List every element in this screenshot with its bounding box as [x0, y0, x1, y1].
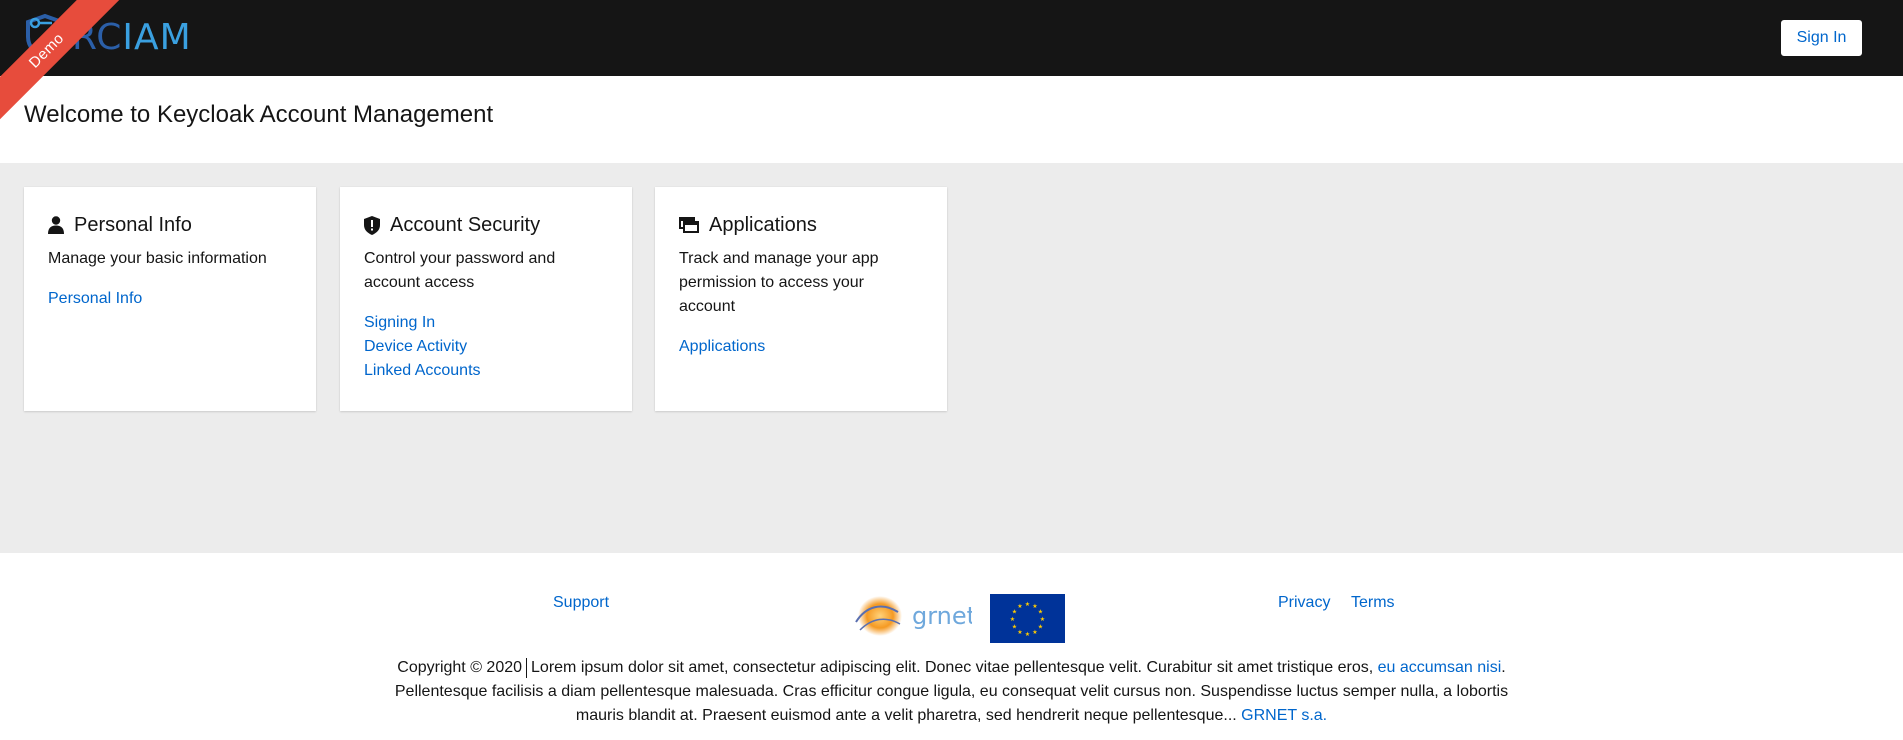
logo-rc: RC [72, 16, 123, 58]
svg-text:★: ★ [1025, 601, 1030, 608]
separator [526, 657, 528, 678]
terms-link[interactable]: Terms [1351, 594, 1395, 612]
linked-accounts-link[interactable]: Linked Accounts [364, 359, 608, 383]
card-account-security: Account Security Control your password a… [340, 187, 632, 411]
applications-icon [679, 217, 699, 233]
sign-in-button[interactable]: Sign In [1781, 20, 1862, 56]
logo-text: RCIAM [72, 17, 192, 58]
svg-text:★: ★ [1017, 629, 1022, 636]
grnet-logo: grnet [855, 596, 972, 636]
applications-link[interactable]: Applications [679, 335, 923, 359]
card-title: Personal Info [48, 211, 292, 239]
privacy-link[interactable]: Privacy [1278, 594, 1330, 612]
user-icon [48, 216, 64, 234]
card-title-text: Account Security [390, 213, 541, 236]
svg-text:★: ★ [1025, 631, 1030, 638]
card-title: Account Security [364, 211, 608, 239]
signing-in-link[interactable]: Signing In [364, 311, 608, 335]
svg-text:★: ★ [1038, 609, 1043, 616]
copyright-text: Copyright © 2020 Lorem ipsum dolor sit am… [390, 656, 1513, 728]
eu-flag-icon: ★ ★ ★ ★ ★ ★ ★ ★ ★ ★ ★ ★ [990, 594, 1065, 643]
card-description: Track and manage your app permission to … [679, 250, 879, 315]
svg-text:★: ★ [1040, 616, 1045, 623]
support-link[interactable]: Support [553, 594, 609, 612]
masthead: RCIAM Sign In [0, 0, 1903, 76]
card-title-text: Personal Info [74, 213, 192, 236]
card-title: Applications [679, 211, 923, 239]
svg-text:★: ★ [1010, 616, 1015, 623]
grnet-link[interactable]: GRNET s.a. [1241, 707, 1327, 724]
svg-text:★: ★ [1038, 624, 1043, 631]
shield-icon [364, 215, 380, 235]
card-personal-info: Personal Info Manage your basic informat… [24, 187, 316, 411]
card-description: Manage your basic information [48, 250, 267, 267]
personal-info-link[interactable]: Personal Info [48, 287, 292, 311]
accumsan-link[interactable]: eu accumsan nisi [1378, 659, 1502, 676]
copyright-body-1: Lorem ipsum dolor sit amet, consectetur … [531, 659, 1374, 676]
grnet-logo-text: grnet [912, 602, 972, 630]
device-activity-link[interactable]: Device Activity [364, 335, 608, 359]
card-title-text: Applications [709, 213, 817, 236]
rciam-logo[interactable]: RCIAM [24, 12, 192, 62]
svg-text:★: ★ [1012, 624, 1017, 631]
logo-iam: IAM [122, 16, 192, 58]
page-title: Welcome to Keycloak Account Management [24, 101, 494, 128]
svg-text:★: ★ [1017, 603, 1022, 610]
shield-logo-icon [26, 13, 64, 61]
card-applications: Applications Track and manage your app p… [655, 187, 947, 411]
copyright-prefix: Copyright © 2020 [397, 659, 523, 676]
svg-text:★: ★ [1032, 629, 1037, 636]
card-description: Control your password and account access [364, 250, 556, 291]
